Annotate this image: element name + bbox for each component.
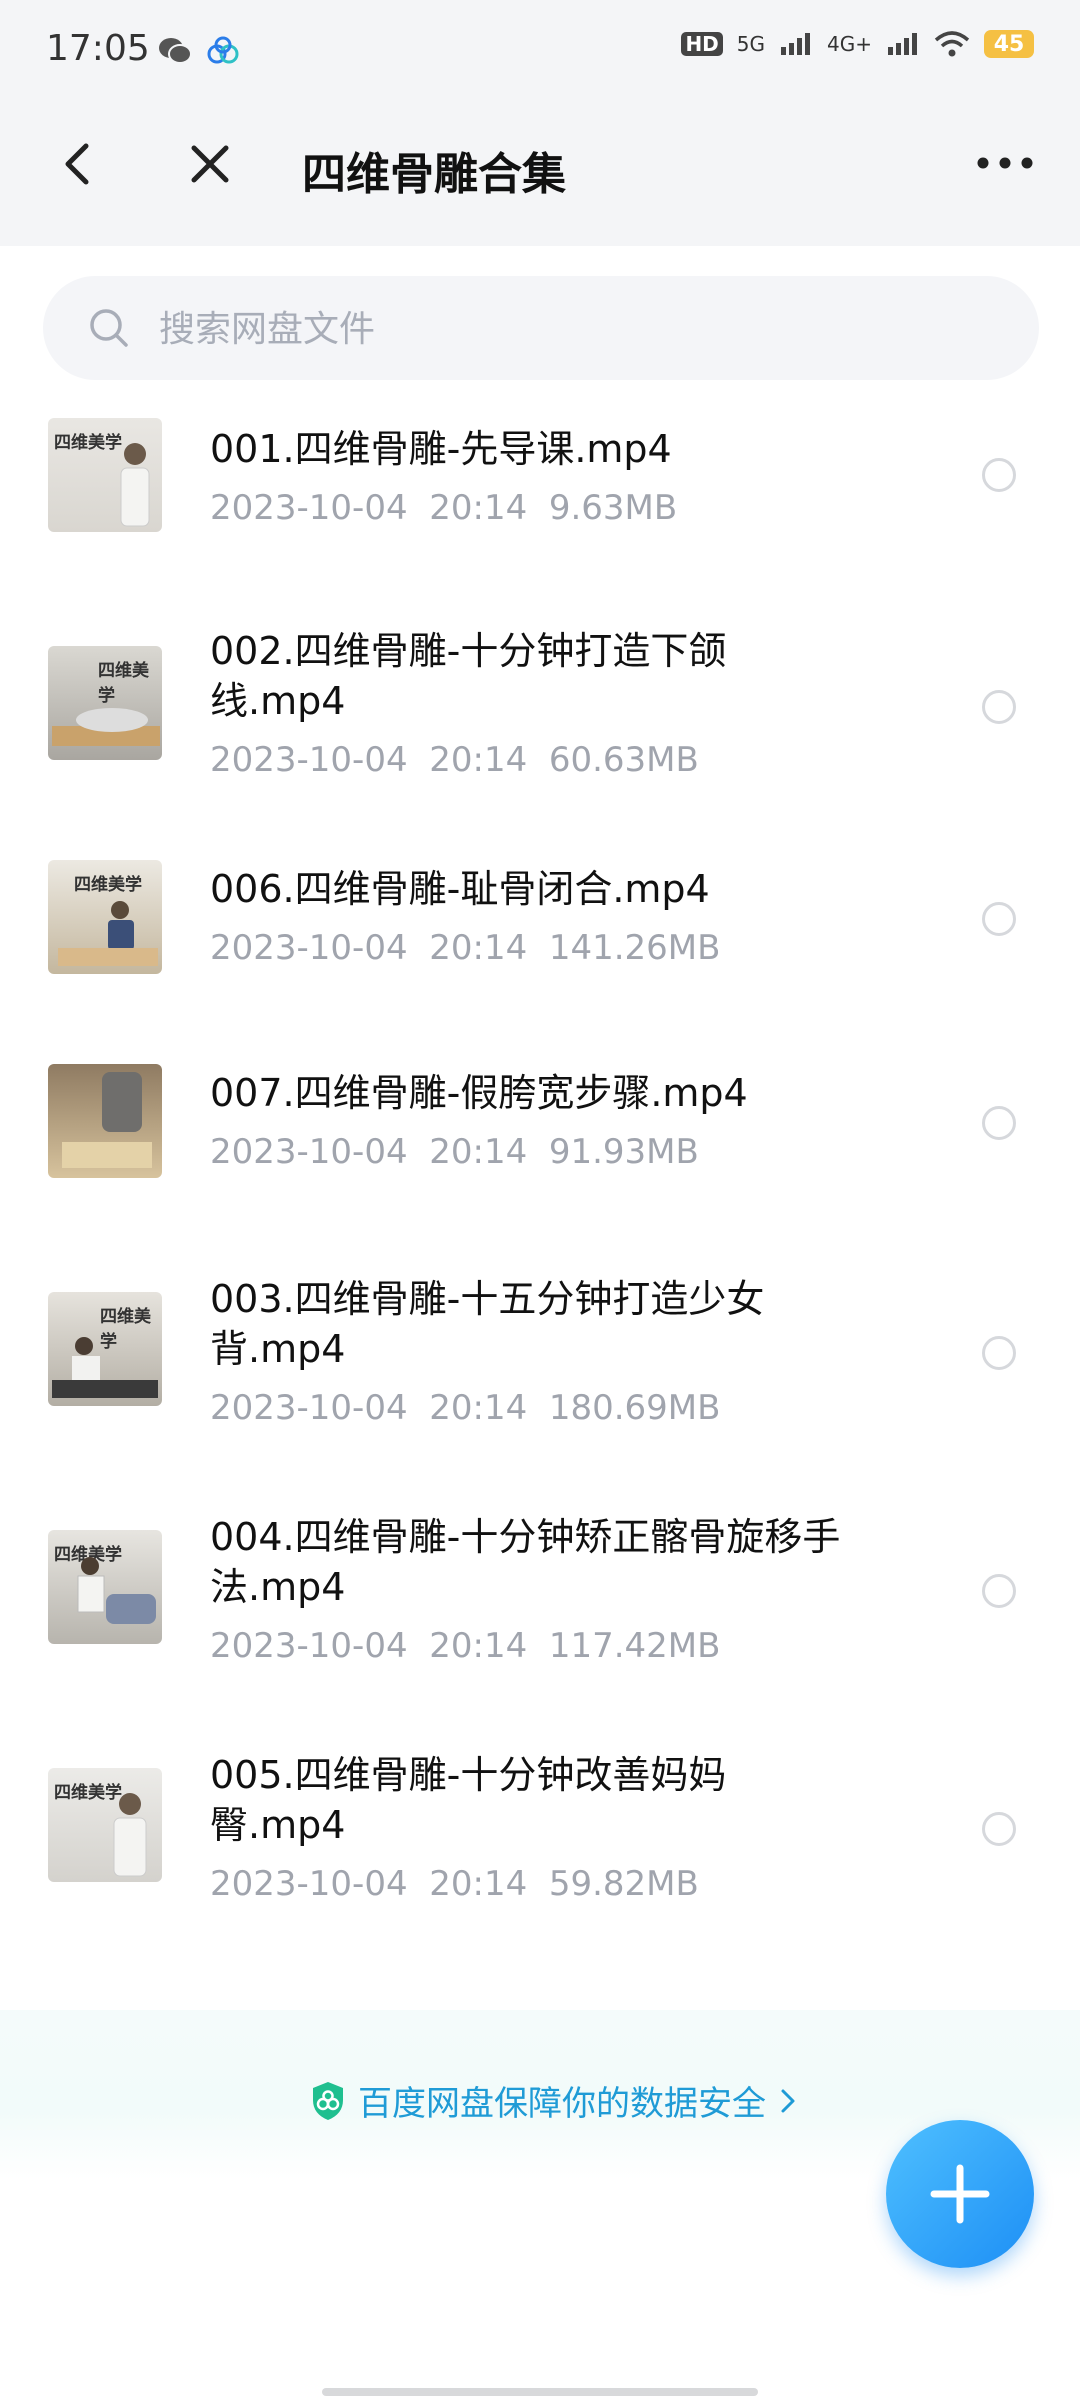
close-icon[interactable] — [180, 134, 240, 194]
file-time: 20:14 — [429, 1132, 528, 1172]
file-date: 2023-10-04 — [210, 928, 408, 968]
file-name: 007.四维骨雕-假胯宽步骤.mp4 — [210, 1071, 748, 1115]
baidu-netdisk-icon — [207, 36, 239, 64]
file-time: 20:14 — [429, 488, 528, 528]
file-date: 2023-10-04 — [210, 1864, 408, 1904]
file-name: 001.四维骨雕-先导课.mp4 — [210, 427, 672, 471]
file-meta: 2023-10-04 20:14 141.26MB — [210, 928, 720, 968]
file-meta: 2023-10-04 20:14 117.42MB — [210, 1626, 720, 1666]
file-time: 20:14 — [429, 740, 528, 780]
file-meta: 2023-10-04 20:14 180.69MB — [210, 1388, 720, 1428]
shield-icon — [313, 2081, 343, 2120]
file-time: 20:14 — [429, 1626, 528, 1666]
network-4g-label: 4G+ — [827, 32, 872, 56]
file-meta: 2023-10-04 20:14 59.82MB — [210, 1864, 699, 1904]
hd-badge: HD — [681, 32, 723, 56]
select-checkbox[interactable] — [982, 1106, 1016, 1140]
battery-indicator: 45 — [984, 30, 1034, 58]
list-item[interactable]: 四维美学 005.四维骨雕-十分钟改善妈妈 臀.mp4 2023-10-04 2… — [0, 1748, 1080, 1928]
file-size: 60.63MB — [548, 740, 699, 780]
file-name: 004.四维骨雕-十分钟矫正髂骨旋移手 法.mp4 — [210, 1515, 841, 1609]
list-item[interactable]: 四维美学 003.四维骨雕-十五分钟打造少女 背.mp4 2023-10-04 … — [0, 1272, 1080, 1452]
list-item[interactable]: 007.四维骨雕-假胯宽步骤.mp4 2023-10-04 20:14 91.9… — [0, 1062, 1080, 1202]
file-date: 2023-10-04 — [210, 740, 408, 780]
file-date: 2023-10-04 — [210, 1132, 408, 1172]
list-item[interactable]: 四维美学 004.四维骨雕-十分钟矫正髂骨旋移手 法.mp4 2023-10-0… — [0, 1510, 1080, 1690]
select-checkbox[interactable] — [982, 902, 1016, 936]
thumbnail-watermark: 四维美学 — [74, 875, 142, 895]
file-date: 2023-10-04 — [210, 1388, 408, 1428]
wechat-icon — [159, 38, 192, 64]
video-thumbnail: 四维美学 — [48, 1292, 162, 1406]
file-name: 005.四维骨雕-十分钟改善妈妈 臀.mp4 — [210, 1753, 727, 1847]
video-thumbnail: 四维美学 — [48, 1530, 162, 1644]
chevron-right-icon — [781, 2089, 795, 2112]
nav-bar: 四维骨雕合集 — [0, 84, 1080, 246]
video-thumbnail: 四维美学 — [48, 418, 162, 532]
file-size: 180.69MB — [548, 1388, 721, 1428]
search-bar[interactable] — [43, 276, 1039, 380]
file-date: 2023-10-04 — [210, 1626, 408, 1666]
video-thumbnail: 四维美学 — [48, 860, 162, 974]
home-indicator[interactable] — [322, 2388, 758, 2396]
video-thumbnail: 四维美学 — [48, 646, 162, 760]
network-5g-label: 5G — [736, 32, 766, 56]
file-date: 2023-10-04 — [210, 488, 408, 528]
more-options-icon[interactable] — [970, 138, 1040, 188]
file-time: 20:14 — [429, 1864, 528, 1904]
video-thumbnail — [48, 1064, 162, 1178]
signal-icon — [888, 33, 917, 55]
file-name: 002.四维骨雕-十分钟打造下颌 线.mp4 — [210, 629, 727, 723]
page-title: 四维骨雕合集 — [302, 149, 566, 200]
file-time: 20:14 — [429, 1388, 528, 1428]
select-checkbox[interactable] — [982, 1574, 1016, 1608]
status-system-icons: HD 5G 4G+ 45 — [681, 30, 1034, 58]
file-meta: 2023-10-04 20:14 91.93MB — [210, 1132, 699, 1172]
thumbnail-watermark: 四维美学 — [54, 433, 122, 453]
file-size: 59.82MB — [548, 1864, 699, 1904]
file-name: 003.四维骨雕-十五分钟打造少女 背.mp4 — [210, 1277, 765, 1371]
status-notification-icons — [158, 36, 240, 66]
select-checkbox[interactable] — [982, 1336, 1016, 1370]
file-name: 006.四维骨雕-耻骨闭合.mp4 — [210, 867, 710, 911]
select-checkbox[interactable] — [982, 458, 1016, 492]
add-button[interactable] — [886, 2120, 1034, 2268]
list-item[interactable]: 四维美学 006.四维骨雕-耻骨闭合.mp4 2023-10-04 20:14 … — [0, 858, 1080, 998]
plus-icon — [930, 2164, 990, 2224]
select-checkbox[interactable] — [982, 1812, 1016, 1846]
file-size: 117.42MB — [548, 1626, 721, 1666]
file-size: 91.93MB — [548, 1132, 699, 1172]
select-checkbox[interactable] — [982, 690, 1016, 724]
file-size: 9.63MB — [548, 488, 678, 528]
status-bar: 17:05 HD 5G 4G+ 45 — [0, 0, 1080, 84]
search-icon — [90, 309, 128, 347]
signal-icon — [781, 33, 811, 55]
file-meta: 2023-10-04 20:14 60.63MB — [210, 740, 699, 780]
back-icon[interactable] — [50, 134, 110, 194]
security-link[interactable]: 百度网盘保障你的数据安全 — [310, 2076, 798, 2125]
list-item[interactable]: 四维美学 002.四维骨雕-十分钟打造下颌 线.mp4 2023-10-04 2… — [0, 620, 1080, 800]
security-text: 百度网盘保障你的数据安全 — [358, 2084, 766, 2124]
wifi-icon — [934, 31, 970, 57]
search-input[interactable] — [157, 302, 1001, 356]
status-time: 17:05 — [46, 28, 150, 69]
file-meta: 2023-10-04 20:14 9.63MB — [210, 488, 677, 528]
video-thumbnail: 四维美学 — [48, 1768, 162, 1882]
file-time: 20:14 — [429, 928, 528, 968]
file-size: 141.26MB — [548, 928, 721, 968]
list-item[interactable]: 四维美学 001.四维骨雕-先导课.mp4 2023-10-04 20:14 9… — [0, 408, 1080, 548]
